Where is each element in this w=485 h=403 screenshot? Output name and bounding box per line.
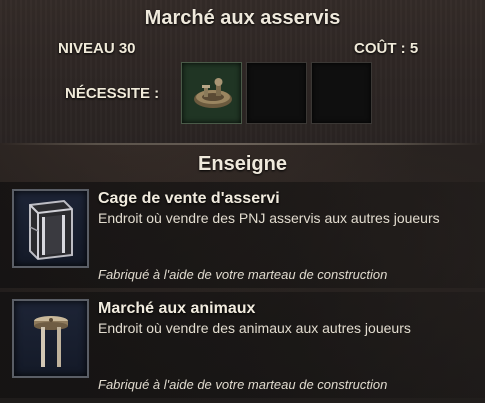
- item-thumbnail: [12, 299, 89, 378]
- recipe-header: Marché aux asservis NIVEAU 30 COÛT : 5 N…: [0, 0, 485, 143]
- item-name: Marché aux animaux: [98, 300, 256, 317]
- page-title: Marché aux asservis: [144, 7, 341, 29]
- cage-icon: [29, 199, 73, 261]
- item-thumbnail: [12, 189, 89, 268]
- item-description: Endroit où vendre des PNJ asservis aux a…: [98, 210, 440, 226]
- item-crafted-note: Fabriqué à l'aide de votre marteau de co…: [98, 267, 388, 282]
- animal-post-icon: [34, 316, 68, 367]
- level-requirement: NIVEAU 30: [58, 40, 136, 57]
- item-crafted-note: Fabriqué à l'aide de votre marteau de co…: [98, 377, 388, 392]
- list-item[interactable]: Marché aux animaux Endroit où vendre des…: [0, 292, 485, 398]
- section-title: Enseigne: [198, 153, 287, 175]
- workbench-icon: [194, 78, 232, 108]
- item-description: Endroit où vendre des animaux aux autres…: [98, 320, 411, 336]
- requires-label: NÉCESSITE :: [65, 85, 160, 102]
- item-name: Cage de vente d'asservi: [98, 190, 280, 207]
- list-item[interactable]: Cage de vente d'asservi Endroit où vendr…: [0, 182, 485, 288]
- requirement-slot-1[interactable]: [181, 62, 242, 124]
- requirement-slot-2[interactable]: [246, 62, 307, 124]
- requirement-slot-3[interactable]: [311, 62, 372, 124]
- cost-label: COÛT : 5: [354, 40, 419, 57]
- section-divider: [0, 143, 485, 145]
